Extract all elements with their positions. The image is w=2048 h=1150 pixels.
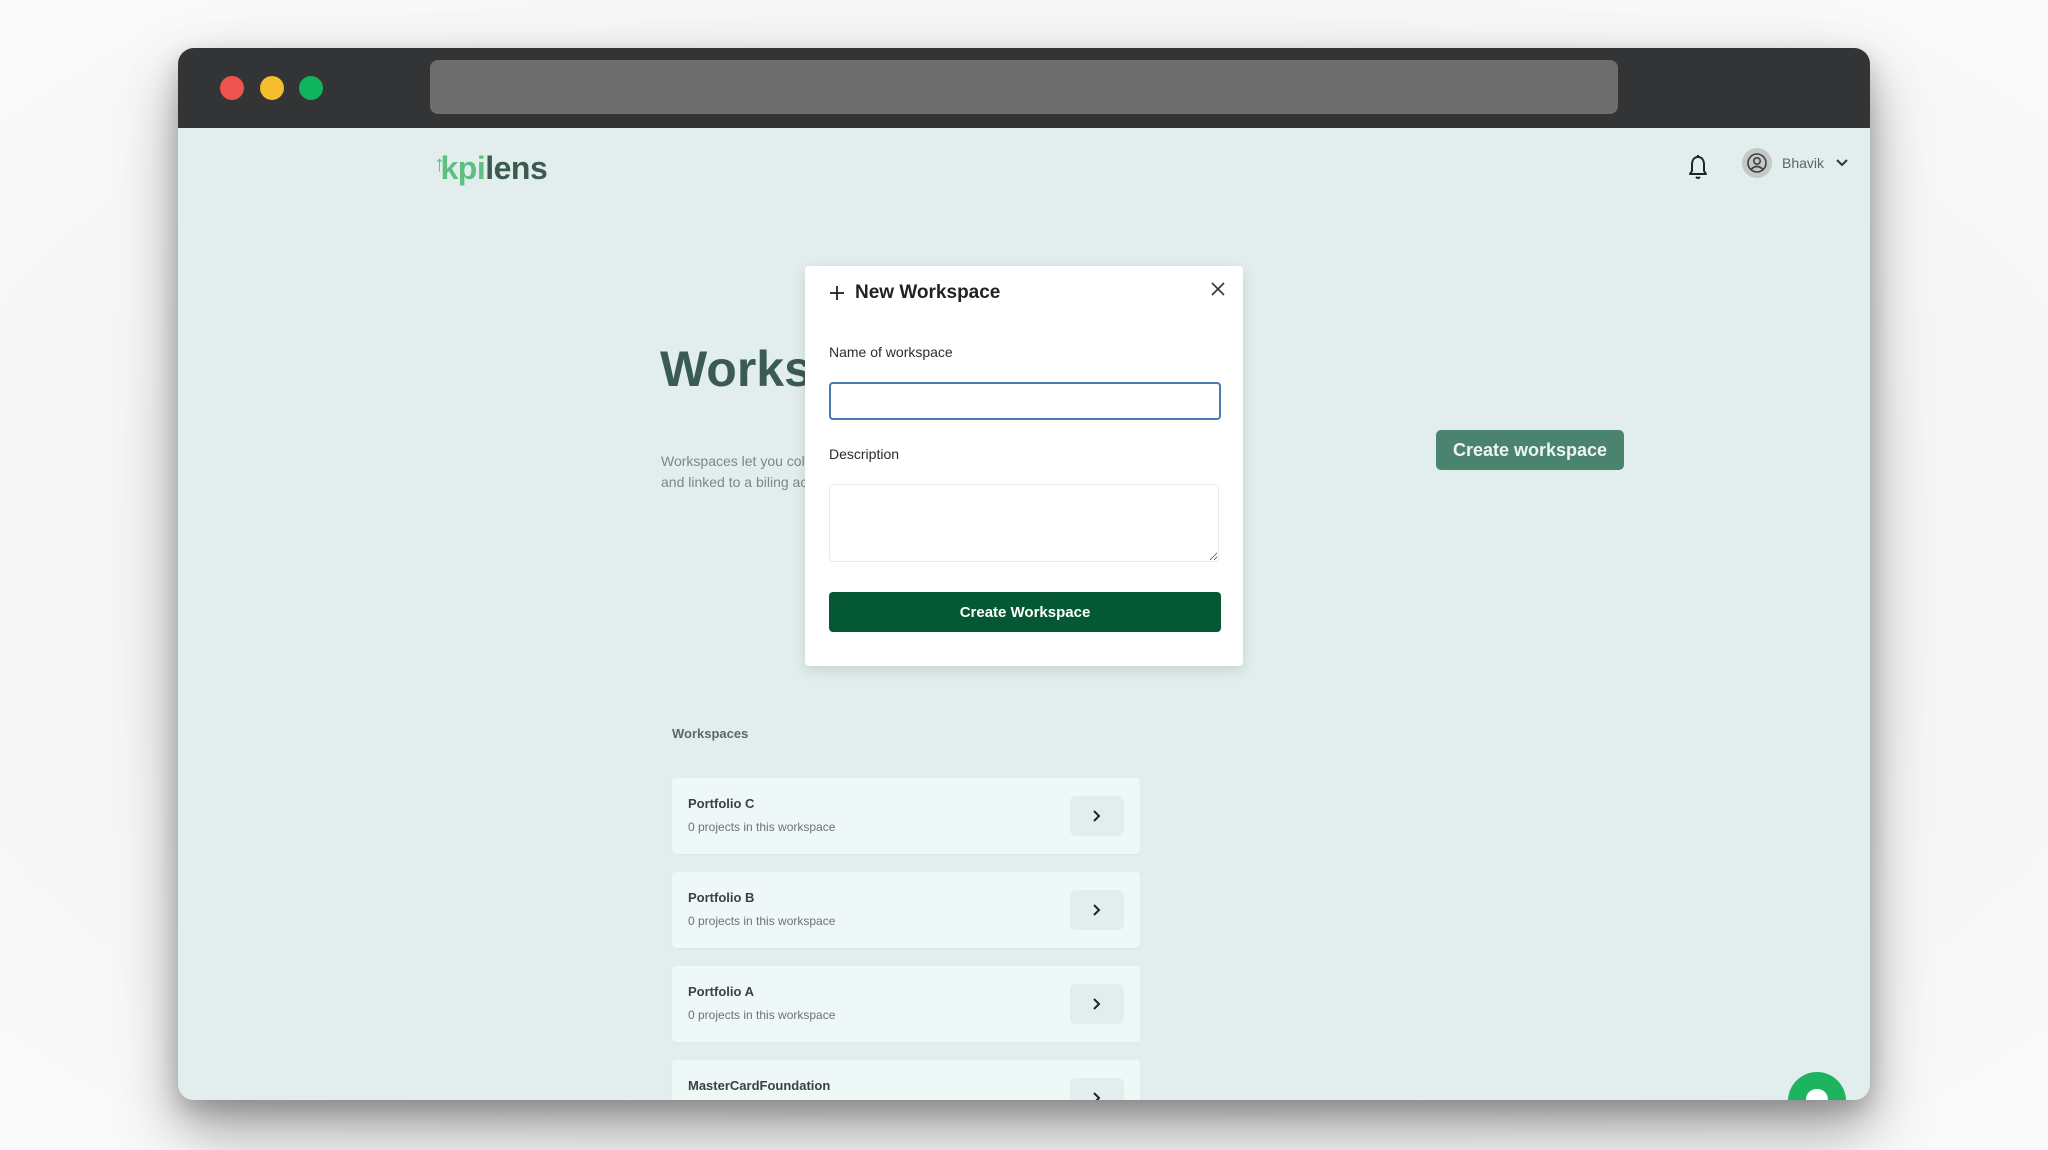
workspace-project-count: 0 projects in this workspace — [688, 820, 836, 834]
workspace-name: Portfolio C — [688, 796, 755, 811]
create-workspace-button[interactable]: Create workspace — [1436, 430, 1624, 470]
new-workspace-modal: New Workspace Name of workspace Descript… — [805, 266, 1243, 666]
workspaces-list-heading: Workspaces — [672, 726, 749, 741]
open-workspace-button[interactable] — [1070, 1078, 1124, 1100]
address-bar[interactable] — [430, 60, 1618, 114]
chat-bubble-icon — [1806, 1089, 1828, 1100]
chevron-down-icon — [1836, 159, 1848, 167]
maximize-window-button[interactable] — [299, 76, 323, 100]
chevron-right-icon — [1093, 998, 1101, 1010]
workspace-card[interactable]: Portfolio A 0 projects in this workspace — [672, 966, 1140, 1042]
description-textarea[interactable] — [829, 484, 1219, 562]
close-window-button[interactable] — [220, 76, 244, 100]
workspace-card[interactable]: MasterCardFoundation 1 project in this w… — [672, 1060, 1140, 1100]
app-content: ↑ kpi lens Bhavik Workspaces Workspac — [178, 128, 1870, 1100]
modal-title: New Workspace — [855, 282, 1001, 303]
workspace-project-count: 0 projects in this workspace — [688, 1008, 836, 1022]
kpilens-logo[interactable]: ↑ kpi lens — [434, 150, 548, 187]
plus-icon — [830, 286, 844, 300]
minimize-window-button[interactable] — [260, 76, 284, 100]
workspace-list: Portfolio C 0 projects in this workspace… — [672, 778, 1140, 1100]
chevron-right-icon — [1093, 1092, 1101, 1100]
open-workspace-button[interactable] — [1070, 796, 1124, 836]
workspace-card[interactable]: Portfolio C 0 projects in this workspace — [672, 778, 1140, 854]
workspace-name: MasterCardFoundation — [688, 1078, 831, 1093]
browser-window: ↑ kpi lens Bhavik Workspaces Workspac — [178, 48, 1870, 1100]
avatar — [1742, 148, 1772, 178]
workspace-card[interactable]: Portfolio B 0 projects in this workspace — [672, 872, 1140, 948]
user-name: Bhavik — [1782, 155, 1825, 171]
workspace-name: Portfolio A — [688, 984, 754, 999]
close-icon[interactable] — [1209, 280, 1227, 298]
workspace-name-input[interactable] — [829, 382, 1221, 420]
workspace-name: Portfolio B — [688, 890, 755, 905]
description-label: Description — [829, 446, 900, 462]
chevron-right-icon — [1093, 810, 1101, 822]
chat-widget-button[interactable] — [1788, 1072, 1846, 1100]
logo-prefix: kpi — [440, 150, 486, 186]
open-workspace-button[interactable] — [1070, 890, 1124, 930]
bell-icon[interactable] — [1686, 154, 1710, 182]
browser-titlebar — [178, 48, 1870, 128]
workspace-project-count: 0 projects in this workspace — [688, 914, 836, 928]
user-menu[interactable]: Bhavik — [1742, 148, 1850, 178]
logo-suffix: lens — [485, 150, 548, 186]
create-workspace-submit-button[interactable]: Create Workspace — [829, 592, 1221, 632]
modal-header: New Workspace — [829, 282, 1000, 304]
user-circle-icon — [1747, 153, 1767, 173]
up-arrow-icon: ↑ — [434, 151, 445, 176]
workspace-name-label: Name of workspace — [829, 344, 953, 360]
open-workspace-button[interactable] — [1070, 984, 1124, 1024]
chevron-right-icon — [1093, 904, 1101, 916]
